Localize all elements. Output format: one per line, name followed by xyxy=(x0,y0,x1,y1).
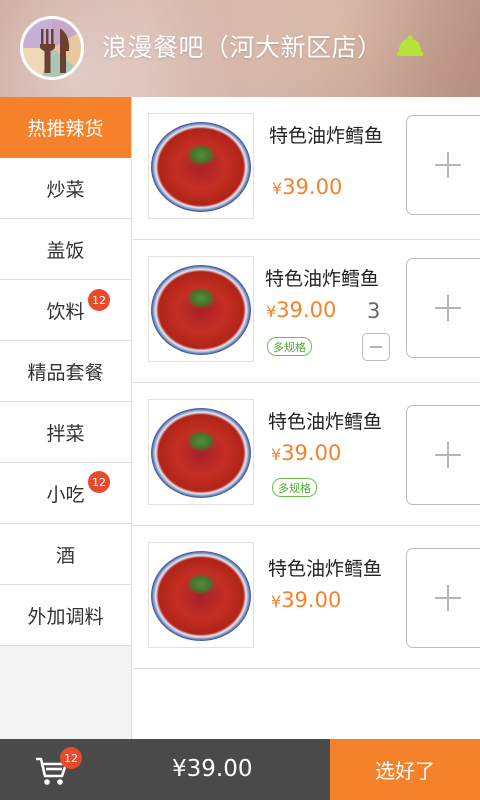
plus-icon xyxy=(435,442,461,468)
count-badge: 12 xyxy=(88,471,110,493)
decrease-button[interactable] xyxy=(362,333,390,361)
category-sidebar: 热推辣货 炒菜 盖饭 饮料 12 精品套餐 拌菜 小吃 12 酒 外加调料 xyxy=(0,97,132,739)
category-label: 小吃 xyxy=(46,483,85,506)
dish-item[interactable]: 特色油炸鳕鱼 ¥39.00 xyxy=(133,526,480,669)
category-item-rice-bowl[interactable]: 盖饭 xyxy=(0,219,131,280)
category-label: 拌菜 xyxy=(46,422,85,445)
confirm-button[interactable]: 选好了 xyxy=(330,739,480,800)
category-label: 盖饭 xyxy=(46,239,85,262)
shop-name: 浪漫餐吧（河大新区店） xyxy=(102,33,383,62)
dish-price: ¥39.00 xyxy=(271,441,342,465)
dish-item[interactable]: 特色油炸鳕鱼 ¥39.00 xyxy=(133,97,480,240)
plus-icon xyxy=(435,585,461,611)
category-item-cold-dishes[interactable]: 拌菜 xyxy=(0,402,131,463)
category-item-hot[interactable]: 热推辣货 xyxy=(0,97,131,158)
dish-item[interactable]: 特色油炸鳕鱼 ¥39.00 多规格 3 xyxy=(133,240,480,383)
minus-icon xyxy=(370,346,382,348)
dish-item[interactable]: 特色油炸鳕鱼 ¥39.00 多规格 xyxy=(133,383,480,526)
category-label: 饮料 xyxy=(46,300,85,323)
add-button[interactable] xyxy=(406,115,480,215)
category-label: 外加调料 xyxy=(27,605,104,628)
count-badge: 12 xyxy=(88,289,110,311)
multi-spec-tag[interactable]: 多规格 xyxy=(267,337,312,356)
category-item-condiments[interactable]: 外加调料 xyxy=(0,585,131,646)
dish-name: 特色油炸鳕鱼 xyxy=(265,268,380,290)
category-label: 炒菜 xyxy=(46,178,85,201)
fork-knife-icon xyxy=(40,29,70,73)
multi-spec-tag[interactable]: 多规格 xyxy=(272,478,317,497)
dish-image xyxy=(148,399,254,505)
dish-price: ¥39.00 xyxy=(266,298,337,322)
shop-logo xyxy=(20,16,84,80)
category-label: 酒 xyxy=(55,544,75,567)
add-button[interactable] xyxy=(406,548,480,648)
total-price: ¥39.00 xyxy=(172,756,253,782)
category-item-snacks[interactable]: 小吃 12 xyxy=(0,463,131,524)
category-label: 精品套餐 xyxy=(27,361,104,384)
dish-image xyxy=(148,256,254,362)
bottom-bar: 12 ¥39.00 选好了 xyxy=(0,739,480,800)
dish-name: 特色油炸鳕鱼 xyxy=(268,558,383,580)
category-item-drinks[interactable]: 饮料 12 xyxy=(0,280,131,341)
category-item-set-meals[interactable]: 精品套餐 xyxy=(0,341,131,402)
category-label: 热推辣货 xyxy=(27,117,104,140)
shop-header: 浪漫餐吧（河大新区店） xyxy=(0,0,480,97)
dish-price: ¥39.00 xyxy=(272,175,343,199)
plus-icon xyxy=(435,295,461,321)
dish-price: ¥39.00 xyxy=(271,588,342,612)
dish-image xyxy=(148,113,254,219)
add-button[interactable] xyxy=(406,405,480,505)
bell-icon[interactable] xyxy=(397,35,423,57)
category-item-stir-fry[interactable]: 炒菜 xyxy=(0,158,131,219)
category-item-liquor[interactable]: 酒 xyxy=(0,524,131,585)
add-button[interactable] xyxy=(406,258,480,358)
quantity-value: 3 xyxy=(367,299,381,323)
dish-image xyxy=(148,542,254,648)
plus-icon xyxy=(435,152,461,178)
dish-list: 特色油炸鳕鱼 ¥39.00 特色油炸鳕鱼 ¥39.00 多规格 3 特色油炸鳕鱼… xyxy=(133,97,480,739)
dish-name: 特色油炸鳕鱼 xyxy=(269,125,384,147)
dish-name: 特色油炸鳕鱼 xyxy=(268,411,383,433)
cart-count-badge: 12 xyxy=(60,747,82,769)
